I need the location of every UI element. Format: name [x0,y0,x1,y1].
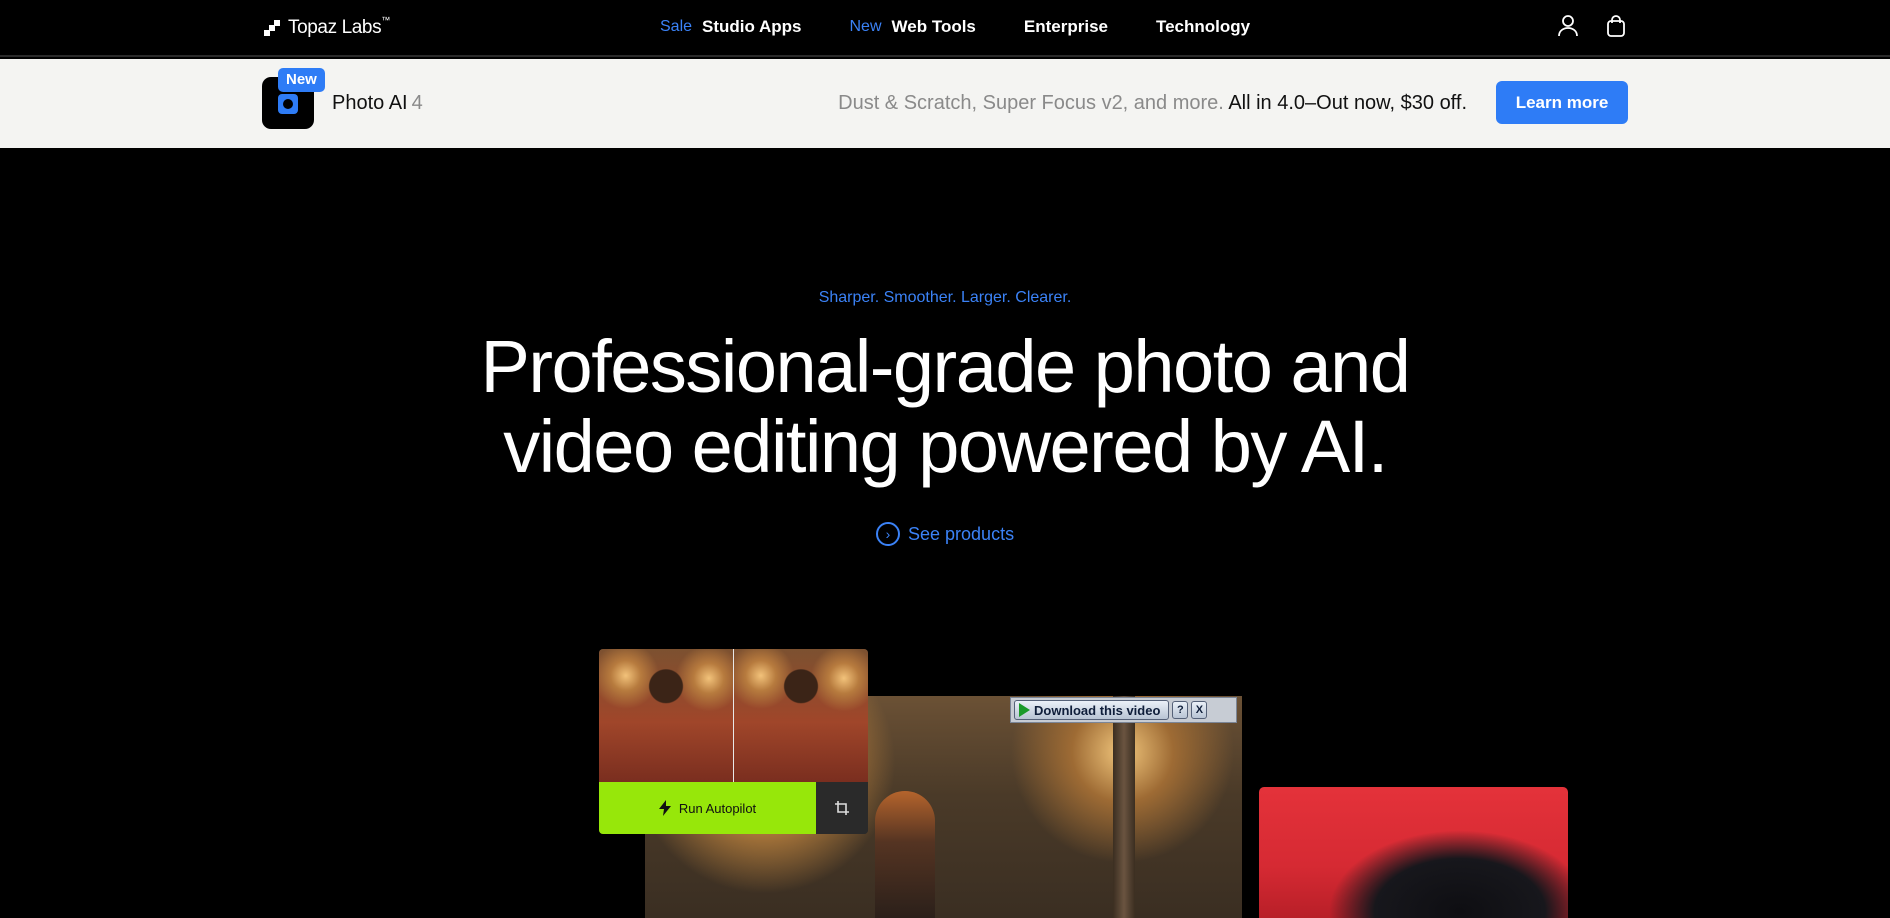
nav-label: Technology [1155,17,1251,36]
download-video-toolbar: Download this video ? X [1010,697,1237,723]
shopping-bag-icon[interactable] [1605,14,1627,38]
close-button[interactable]: X [1191,701,1208,719]
nav-actions [1557,14,1627,38]
run-autopilot-button[interactable]: Run Autopilot [599,782,816,834]
crop-icon [835,801,849,815]
new-tag: New [849,18,882,35]
nav-item-studio-apps[interactable]: Sale Studio Apps [660,17,802,37]
compare-slider-handle[interactable] [733,649,734,782]
help-button[interactable]: ? [1172,701,1189,719]
new-badge: New [278,68,325,92]
see-products-label: See products [908,523,1015,544]
chevron-right-circle-icon: › [876,522,900,546]
lightning-icon [658,800,671,816]
top-nav: Topaz Labs™ Sale Studio Apps New Web Too… [0,0,1890,57]
crop-button[interactable] [816,782,868,834]
nav-label: Enterprise [1023,17,1108,36]
nav-item-web-tools[interactable]: New Web Tools [850,17,976,37]
hero-headline: Professional-grade photo and video editi… [480,325,1411,488]
hero-eyebrow: Sharper. Smoother. Larger. Clearer. [818,289,1072,306]
nav-item-technology[interactable]: Technology [1156,17,1250,37]
after-image [734,649,868,782]
logo-mark-icon [264,20,280,36]
before-after-card: Run Autopilot [599,649,868,834]
before-image [599,649,733,782]
topaz-logo[interactable]: Topaz Labs™ [264,15,390,39]
download-video-button[interactable]: Download this video [1014,700,1170,720]
sale-tag: Sale [660,18,693,35]
app-name: Photo AI 4 [332,92,423,114]
play-icon [1019,703,1030,717]
promo-banner: New Photo AI 4 Dust & Scratch, Super Focu… [0,59,1890,148]
user-icon[interactable] [1557,14,1579,38]
logo-text: Topaz Labs™ [288,15,390,38]
nav-label: Web Tools [891,17,976,36]
see-products-link[interactable]: › See products [876,522,1014,546]
nav-label: Studio Apps [702,17,802,36]
learn-more-button[interactable]: Learn more [1496,81,1628,124]
nav-item-enterprise[interactable]: Enterprise [1024,17,1108,37]
dog-photo [1259,787,1568,918]
main-menu: Sale Studio Apps New Web Tools Enterpris… [660,17,1298,37]
app-version: 4 [411,92,423,114]
banner-message: Dust & Scratch, Super Focus v2, and more… [838,92,1467,114]
